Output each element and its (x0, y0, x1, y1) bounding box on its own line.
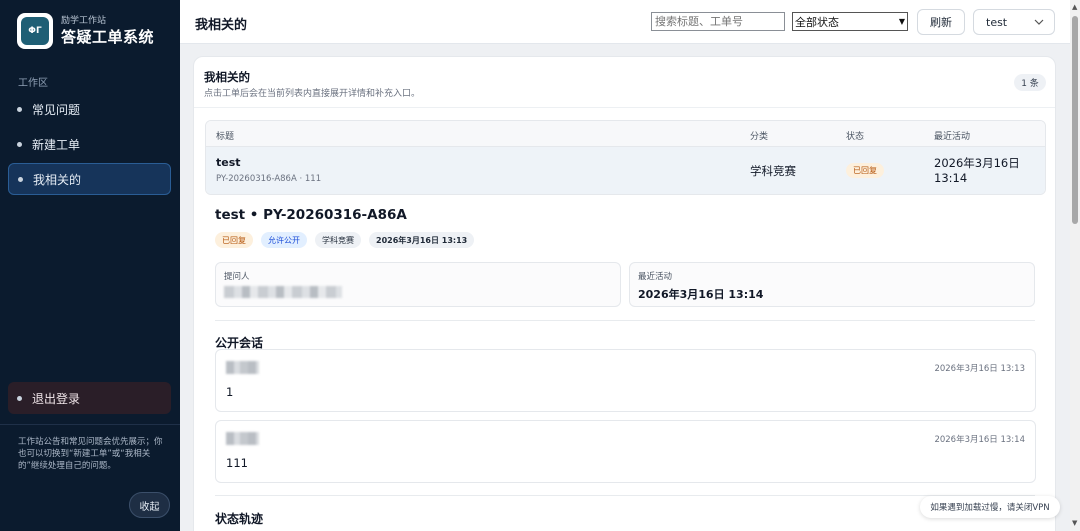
brand-subtitle: 励学工作站 (61, 16, 107, 26)
sidebar: ΦΓ 励学工作站 答疑工单系统 工作区 常见问题 新建工单 我相关的 退出登录 … (0, 0, 180, 531)
search-input[interactable] (651, 12, 785, 31)
tickets-card: 我相关的 点击工单后会在当前列表内直接展开详情和补充入口。 1 条 标题 分类 … (193, 56, 1056, 531)
sidebar-item-mine[interactable]: 我相关的 (8, 163, 171, 195)
activity-info-box: 最近活动 2026年3月16日 13:14 (629, 262, 1035, 307)
asker-info-box: 提问人 (215, 262, 621, 307)
message-time: 2026年3月16日 13:13 (934, 364, 1025, 374)
ticket-activity: 2026年3月16日 13:14 (934, 156, 1020, 185)
ticket-category: 学科竞赛 (750, 164, 796, 178)
category-badge: 学科竞赛 (315, 232, 361, 248)
visibility-badge: 允许公开 (261, 232, 307, 248)
sidebar-divider (0, 424, 180, 425)
bullet-icon (17, 141, 22, 147)
user-menu-button[interactable]: test (973, 9, 1055, 35)
status-badge: 已回复 (846, 163, 884, 178)
column-header-category: 分类 (750, 132, 769, 142)
page-scrollbar[interactable]: ▲ ▼ (1070, 0, 1080, 531)
created-time-badge: 2026年3月16日 13:13 (369, 232, 475, 248)
sidebar-item-label: 我相关的 (33, 172, 82, 187)
brand-title: 答疑工单系统 (61, 28, 155, 46)
message-body: 1 (226, 385, 234, 399)
table-row[interactable]: test PY-20260316-A86A · 111 学科竞赛 已回复 202… (206, 147, 1045, 194)
divider (215, 495, 1035, 496)
sidebar-nav: 常见问题 新建工单 我相关的 (8, 93, 171, 198)
card-title: 我相关的 (204, 70, 250, 84)
column-header-status: 状态 (846, 132, 865, 142)
user-name: test (986, 15, 1008, 29)
message-body: 111 (226, 456, 248, 470)
vpn-hint-toast: 如果遇到加载过慢，请关闭VPN (920, 496, 1060, 518)
ticket-id: PY-20260316-A86A · 111 (216, 174, 322, 184)
sidebar-item-faq[interactable]: 常见问题 (8, 93, 171, 125)
sidebar-note: 工作站公告和常见问题会优先展示；你也可以切换到“新建工单”或“我相关的”继续处理… (18, 437, 163, 471)
page-title: 我相关的 (195, 18, 248, 33)
status-badge: 已回复 (215, 232, 253, 248)
author-redacted (226, 432, 259, 445)
chevron-down-icon: ▼ (898, 17, 905, 26)
column-header-title: 标题 (216, 132, 235, 142)
collapse-sidebar-button[interactable]: 收起 (129, 492, 170, 518)
count-badge: 1 条 (1014, 74, 1046, 91)
sidebar-item-new-ticket[interactable]: 新建工单 (8, 128, 171, 160)
table-header: 标题 分类 状态 最近活动 (206, 121, 1045, 147)
refresh-button[interactable]: 刷新 (917, 9, 965, 35)
divider (194, 107, 1055, 108)
top-header: 我相关的 全部状态 ▼ 刷新 test (180, 0, 1080, 44)
scrollbar-thumb[interactable] (1072, 16, 1078, 224)
status-filter-value: 全部状态 (795, 15, 839, 29)
timeline-heading: 状态轨迹 (215, 512, 264, 526)
app-logo: ΦΓ (17, 13, 53, 49)
detail-title: test • PY-20260316-A86A (215, 207, 407, 223)
divider (215, 320, 1035, 321)
logo-mark: ΦΓ (21, 17, 49, 45)
logout-button[interactable]: 退出登录 (8, 382, 171, 414)
detail-tags: 已回复 允许公开 学科竞赛 2026年3月16日 13:13 (215, 232, 482, 248)
bullet-icon (17, 395, 22, 401)
chat-message: 2026年3月16日 13:14 111 (215, 420, 1036, 483)
chat-message: 2026年3月16日 13:13 1 (215, 349, 1036, 412)
asker-label: 提问人 (224, 272, 250, 282)
sidebar-item-label: 新建工单 (32, 137, 81, 152)
scroll-up-icon[interactable]: ▲ (1072, 3, 1077, 11)
logout-label: 退出登录 (32, 391, 81, 406)
asker-value-redacted (224, 286, 342, 298)
scroll-down-icon[interactable]: ▼ (1072, 519, 1077, 527)
author-redacted (226, 361, 259, 374)
message-time: 2026年3月16日 13:14 (934, 435, 1025, 445)
ticket-title: test (216, 156, 241, 169)
section-label-workspace: 工作区 (18, 78, 48, 89)
activity-value: 2026年3月16日 13:14 (638, 288, 764, 301)
bullet-icon (17, 106, 22, 112)
sidebar-item-label: 常见问题 (32, 102, 81, 117)
card-subtitle: 点击工单后会在当前列表内直接展开详情和补充入口。 (204, 89, 421, 99)
brand: ΦΓ 励学工作站 答疑工单系统 (17, 13, 154, 49)
chevron-down-icon (1034, 19, 1044, 25)
tickets-table: 标题 分类 状态 最近活动 test PY-20260316-A86A · 11… (205, 120, 1046, 195)
column-header-activity: 最近活动 (934, 132, 971, 142)
status-filter-select[interactable]: 全部状态 ▼ (792, 12, 908, 31)
activity-label: 最近活动 (638, 272, 673, 282)
bullet-icon (18, 176, 23, 182)
